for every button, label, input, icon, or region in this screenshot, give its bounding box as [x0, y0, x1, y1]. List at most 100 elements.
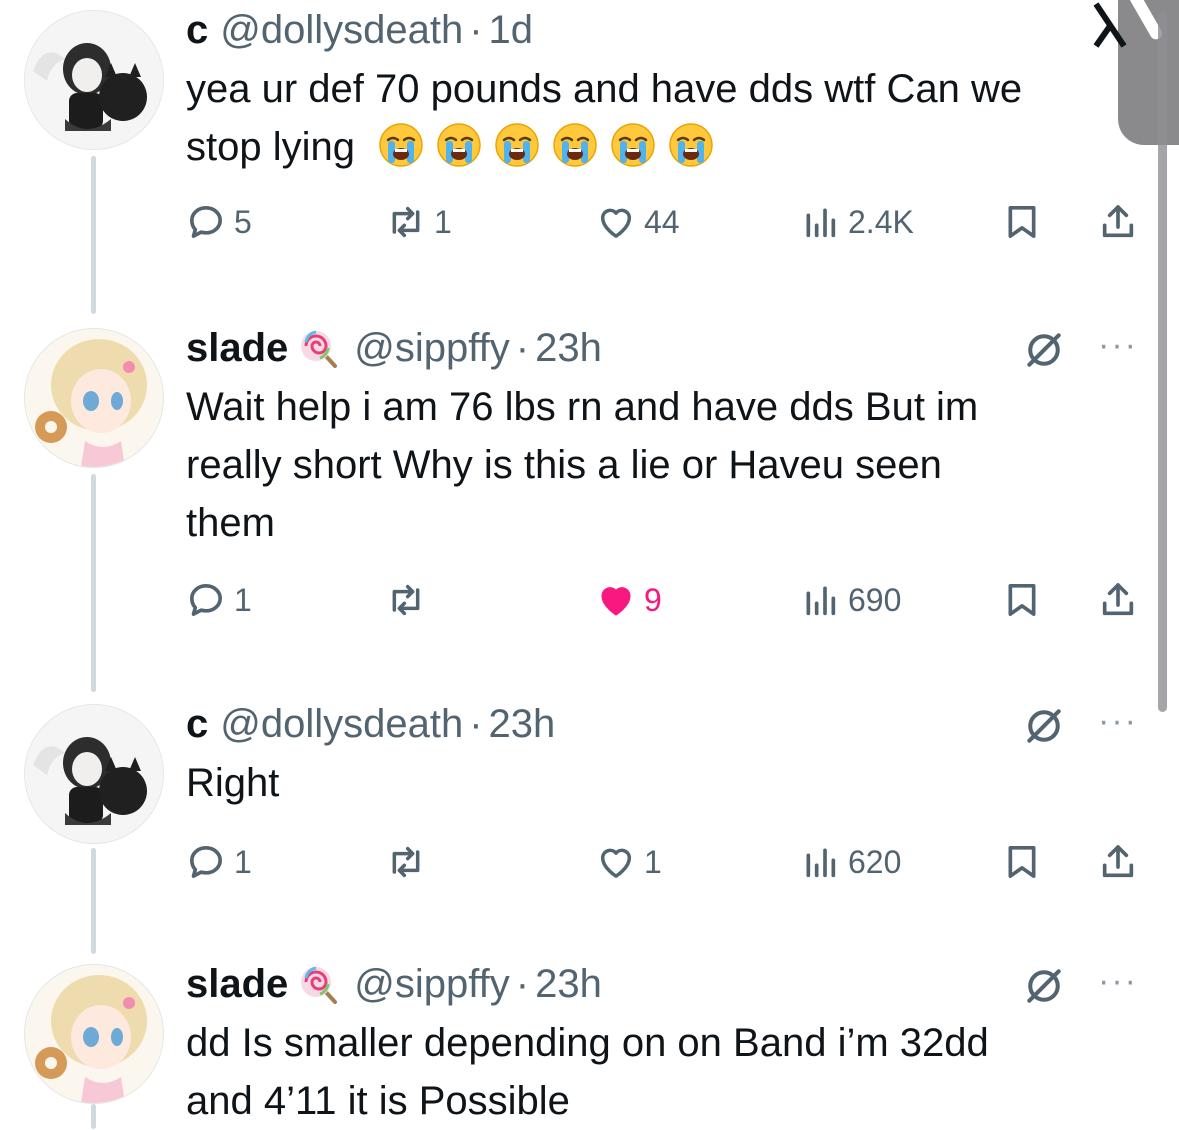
bookmark-icon [1008, 206, 1036, 239]
timestamp[interactable]: 23h [535, 324, 602, 372]
reply-count: 1 [234, 843, 252, 880]
tweet-text-line: dd Is smaller depending on on Band i’m 3… [186, 1021, 989, 1065]
loudly-crying-face-emoji-icon [379, 123, 423, 167]
reply-button[interactable]: 1 [186, 838, 252, 886]
grok-button[interactable] [1022, 704, 1066, 748]
share-icon [1102, 583, 1134, 616]
view-count: 620 [848, 843, 902, 880]
separator-dot: · [469, 702, 483, 746]
tweet-text-line: them [186, 501, 275, 545]
scrollbar[interactable] [1158, 12, 1167, 712]
bookmark-button[interactable] [1002, 198, 1042, 246]
reply-button[interactable]: 5 [186, 198, 252, 246]
share-button[interactable] [1098, 576, 1138, 624]
tweet-header: c @dollysdeath · 1d [186, 6, 533, 54]
timestamp[interactable]: 1d [489, 6, 534, 54]
view-count: 2.4K [848, 203, 914, 240]
gothic-girl-avatar-icon [25, 11, 163, 149]
loudly-crying-face-emoji-icon [437, 123, 481, 167]
grok-button[interactable] [1022, 328, 1066, 372]
separator-dot: · [469, 8, 483, 52]
avatar[interactable] [24, 964, 164, 1104]
anime-blonde-girl-avatar-icon [25, 965, 163, 1103]
slashed-circle-icon [1027, 969, 1061, 1003]
tweet-text-line: really short Why is this a lie or Haveu … [186, 443, 942, 487]
avatar[interactable] [24, 328, 164, 468]
action-bar: 1 9 690 [186, 576, 1146, 624]
analytics-icon [806, 208, 836, 238]
views-button[interactable]: 620 [800, 838, 901, 886]
more-options-button[interactable]: ··· [1098, 326, 1138, 365]
heart-outline-icon [600, 848, 632, 878]
thread-line [91, 474, 96, 692]
tweet-text-line: and 4’11 it is Possible [186, 1079, 570, 1123]
tweet-header: slade @sippffy · 23h [186, 960, 602, 1008]
tweet-text: Wait help i am 76 lbs rn and have dds Bu… [186, 378, 1116, 552]
views-button[interactable]: 690 [800, 576, 901, 624]
repost-icon [392, 206, 420, 238]
share-icon [1102, 205, 1134, 238]
avatar[interactable] [24, 704, 164, 844]
more-icon: ··· [1098, 962, 1138, 1000]
user-handle[interactable]: @sippffy [354, 324, 510, 372]
emoji-row [366, 123, 714, 169]
more-options-button[interactable]: ··· [1098, 962, 1138, 1001]
gothic-girl-avatar-icon [25, 705, 163, 843]
slashed-circle-icon [1027, 333, 1061, 367]
analytics-icon [806, 848, 836, 878]
like-button[interactable]: 9 [596, 576, 662, 624]
repost-button[interactable]: 1 [386, 198, 452, 246]
loudly-crying-face-emoji-icon [553, 123, 597, 167]
user-handle[interactable]: @sippffy [354, 960, 510, 1008]
heart-filled-icon [601, 587, 631, 616]
like-button[interactable]: 1 [596, 838, 662, 886]
action-bar: 1 1 620 [186, 838, 1146, 886]
user-handle[interactable]: @dollysdeath [220, 6, 463, 54]
thread-line [91, 848, 96, 954]
avatar[interactable] [24, 10, 164, 150]
reply-button[interactable]: 1 [186, 576, 252, 624]
timestamp[interactable]: 23h [489, 700, 556, 748]
loudly-crying-face-emoji-icon [495, 123, 539, 167]
tweet-text: dd Is smaller depending on on Band i’m 3… [186, 1014, 1116, 1130]
heart-outline-icon [600, 208, 632, 238]
display-name[interactable]: slade [186, 324, 288, 372]
close-icon[interactable] [1090, 0, 1130, 50]
anime-blonde-girl-avatar-icon [25, 329, 163, 467]
repost-icon [392, 584, 420, 616]
bookmark-button[interactable] [1002, 838, 1042, 886]
view-count: 690 [848, 581, 902, 618]
bookmark-icon [1008, 846, 1036, 878]
reply-icon [190, 206, 223, 239]
tweet-text-line: Right [186, 761, 280, 805]
timestamp[interactable]: 23h [535, 960, 602, 1008]
more-icon: ··· [1098, 326, 1138, 364]
separator-dot: · [515, 326, 530, 370]
lollipop-emoji-icon [301, 330, 338, 368]
tweet-text: Right [186, 754, 1116, 812]
like-count: 1 [644, 843, 662, 880]
analytics-icon [806, 586, 836, 616]
tweet-text-line: stop lying [186, 118, 1096, 176]
tweet-text: yea ur def 70 pounds and have dds wtf Ca… [186, 60, 1096, 176]
display-name[interactable]: c [186, 700, 208, 748]
display-name[interactable]: c [186, 6, 208, 54]
share-button[interactable] [1098, 198, 1138, 246]
reply-count: 5 [234, 203, 252, 240]
repost-button[interactable] [386, 576, 434, 624]
user-handle[interactable]: @dollysdeath [220, 700, 463, 748]
reply-icon [190, 846, 223, 878]
grok-button[interactable] [1022, 964, 1066, 1008]
reply-icon [190, 584, 223, 616]
repost-count: 1 [434, 203, 452, 240]
slashed-circle-icon [1027, 709, 1061, 743]
views-button[interactable]: 2.4K [800, 198, 914, 246]
bookmark-button[interactable] [1002, 576, 1042, 624]
tweet-text-line: Wait help i am 76 lbs rn and have dds Bu… [186, 385, 979, 429]
tweet-header: slade @sippffy · 23h [186, 324, 602, 372]
repost-button[interactable] [386, 838, 434, 886]
like-button[interactable]: 44 [596, 198, 680, 246]
display-name[interactable]: slade [186, 960, 288, 1008]
share-button[interactable] [1098, 838, 1138, 886]
more-options-button[interactable]: ··· [1098, 702, 1138, 741]
